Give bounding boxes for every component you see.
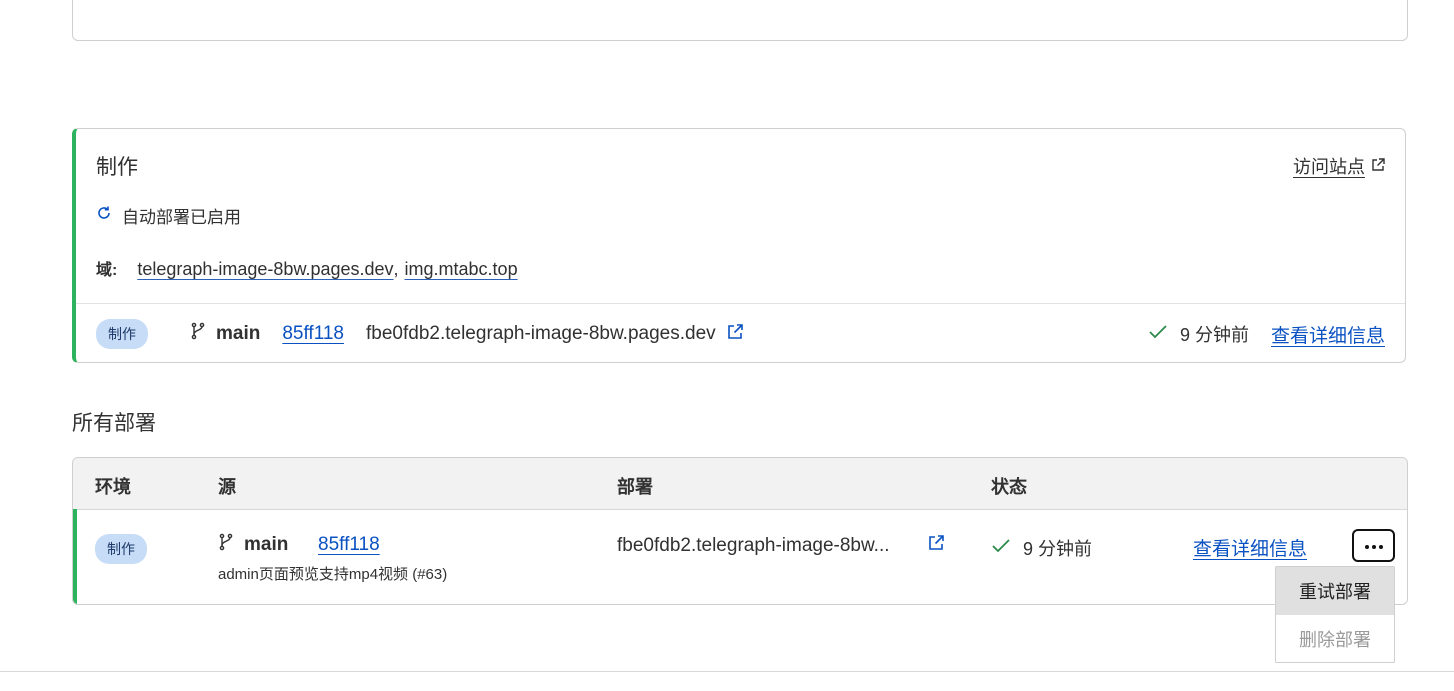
column-header-source: 源 [218,477,236,497]
environment-badge: 制作 [96,319,148,349]
external-link-icon [1371,156,1385,177]
more-horizontal-icon [1364,537,1384,555]
auto-deploy-status: 自动部署已启用 [96,203,241,228]
production-card: 制作 访问站点 自动部署已启用 域: telegraph-image-8bw.p… [72,128,1406,363]
page: 制作 访问站点 自动部署已启用 域: telegraph-image-8bw.p… [0,0,1454,691]
deployment-status: 9 分钟前 [991,535,1092,561]
check-icon [991,538,1011,559]
branch-info: main [218,533,288,557]
commit-link[interactable]: 85ff118 [282,323,344,345]
view-details-link[interactable]: 查看详细信息 [1193,534,1307,561]
domains-row: 域: telegraph-image-8bw.pages.dev , img.m… [96,256,518,280]
column-header-status: 状态 [991,477,1027,497]
external-link-icon[interactable] [726,323,744,346]
branch-name: main [216,323,261,344]
production-deployment-row: 制作 main 85ff118 fbe0fdb2.telegraph-image… [96,319,1385,349]
deployments-table: 环境 源 部署 状态 制作 main 85ff118 admin页面预览支持mp… [72,457,1408,605]
divider [76,303,1405,304]
refresh-icon [96,205,112,226]
branch-name: main [244,534,289,555]
auto-deploy-label: 自动部署已启用 [122,208,241,227]
more-options-button[interactable] [1352,529,1395,562]
deployment-url[interactable]: fbe0fdb2.telegraph-image-8bw... [617,535,890,557]
check-icon [1148,324,1168,345]
deployment-status: 9 分钟前 [1148,321,1249,347]
menu-item-retry-deployment[interactable]: 重试部署 [1276,567,1394,615]
commit-link[interactable]: 85ff118 [318,534,380,556]
visit-site-label: 访问站点 [1293,157,1365,177]
visit-site-link[interactable]: 访问站点 [1293,153,1385,179]
menu-item-delete-deployment[interactable]: 删除部署 [1276,615,1394,663]
production-title: 制作 [96,156,138,179]
deployment-url[interactable]: fbe0fdb2.telegraph-image-8bw.pages.dev [366,323,716,345]
page-divider [0,671,1454,672]
git-branch-icon [218,533,234,557]
table-row: 制作 main 85ff118 admin页面预览支持mp4视频 (#63) f… [73,509,1407,604]
view-details-link[interactable]: 查看详细信息 [1271,321,1385,348]
actions-menu: 重试部署 删除部署 [1275,566,1395,663]
status-time: 9 分钟前 [1179,325,1249,345]
all-deployments-title: 所有部署 [72,412,156,435]
external-link-icon[interactable] [927,534,945,557]
status-time: 9 分钟前 [1023,539,1093,559]
top-card [72,0,1408,41]
domain-link-custom[interactable]: img.mtabc.top [405,259,518,280]
commit-message: admin页面预览支持mp4视频 (#63) [218,566,448,583]
domains-label: 域: [96,262,118,279]
column-header-environment: 环境 [95,477,131,497]
git-branch-icon [190,322,206,346]
environment-badge: 制作 [95,534,147,564]
domain-link-primary[interactable]: telegraph-image-8bw.pages.dev [137,259,393,280]
branch-info: main [190,322,260,346]
table-header: 环境 源 部署 状态 [73,458,1407,510]
column-header-deployment: 部署 [617,477,653,497]
domain-separator: , [393,259,399,279]
